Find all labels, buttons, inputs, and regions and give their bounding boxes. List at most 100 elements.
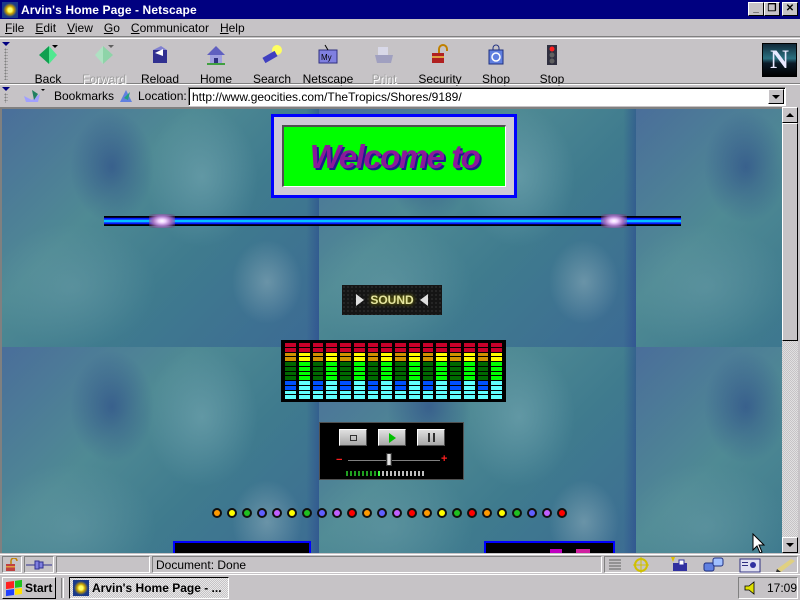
back-button[interactable]: Back: [20, 41, 76, 86]
equalizer-cell: [477, 343, 489, 347]
forward-button[interactable]: Forward: [76, 41, 132, 86]
taskbar-item-netscape[interactable]: Arvin's Home Page - ...: [69, 577, 229, 599]
shopping-bag-icon: [485, 44, 507, 66]
background-tile: [2, 347, 319, 553]
equalizer-cell: [477, 385, 489, 390]
shop-button[interactable]: Shop: [468, 41, 524, 86]
equalizer-cell: [326, 390, 337, 395]
equalizer-cell: [326, 376, 337, 380]
equalizer-cell: [298, 347, 310, 352]
equalizer-cell: [422, 385, 434, 390]
toolbar-grip-handle[interactable]: [2, 41, 10, 81]
equalizer-cell: [285, 366, 296, 371]
mailbox-icon[interactable]: [667, 556, 689, 573]
composer-icon[interactable]: [739, 557, 761, 573]
online-status-icon[interactable]: [24, 556, 54, 573]
windows-taskbar: Start Arvin's Home Page - ... 17:09: [0, 574, 800, 600]
page-proxy-icon[interactable]: [118, 88, 134, 104]
component-bar-grip[interactable]: [609, 558, 621, 572]
vertical-scrollbar[interactable]: [782, 107, 798, 553]
equalizer-cell: [353, 362, 365, 366]
equalizer-column: [395, 343, 406, 399]
equalizer-cell: [312, 381, 324, 385]
equalizer-cell: [422, 395, 434, 399]
player-stop-button[interactable]: [339, 429, 367, 446]
equalizer-column: [463, 343, 475, 399]
equalizer-cell: [395, 381, 406, 385]
url-history-dropdown[interactable]: [768, 89, 784, 104]
url-input[interactable]: http://www.geocities.com/TheTropics/Shor…: [188, 87, 786, 106]
light-dot: [317, 508, 327, 518]
edit-page-icon[interactable]: [775, 557, 797, 573]
equalizer-cell: [367, 362, 379, 366]
equalizer-cell: [298, 381, 310, 385]
equalizer-cell: [491, 347, 502, 352]
title-bar: Arvin's Home Page - Netscape _ ❐ ✕: [0, 0, 800, 19]
menu-help[interactable]: Help: [215, 21, 251, 35]
light-dot: [452, 508, 462, 518]
equalizer-cell: [463, 352, 475, 357]
equalizer-cell: [422, 343, 434, 347]
scrollbar-thumb[interactable]: [782, 123, 798, 341]
bookmarks-button[interactable]: Bookmarks: [22, 87, 114, 105]
equalizer-cell: [353, 395, 365, 399]
light-dot: [377, 508, 387, 518]
menu-edit[interactable]: Edit: [30, 21, 62, 35]
equalizer-cell: [353, 371, 365, 376]
equalizer-cell: [340, 395, 351, 399]
security-button[interactable]: Security: [412, 41, 468, 86]
equalizer-cell: [312, 376, 324, 380]
stop-button[interactable]: Stop: [524, 41, 580, 86]
equalizer-column: [298, 343, 310, 399]
netscape-app-icon[interactable]: [2, 1, 18, 18]
light-dot: [257, 508, 267, 518]
equalizer-column: [367, 343, 379, 399]
player-pause-button[interactable]: [417, 429, 445, 446]
volume-track[interactable]: [348, 460, 440, 461]
equalizer-cell: [367, 352, 379, 357]
equalizer-cell: [312, 385, 324, 390]
clock[interactable]: 17:09: [767, 581, 797, 595]
component-bar: [604, 556, 798, 573]
navigator-icon[interactable]: [631, 556, 653, 573]
equalizer-cell: [422, 362, 434, 366]
search-button[interactable]: Search: [244, 41, 300, 86]
printer-icon: [373, 44, 395, 66]
equalizer-column: [422, 343, 434, 399]
minimize-button[interactable]: _: [748, 2, 764, 16]
print-button[interactable]: Print: [356, 41, 412, 86]
equalizer-cell: [450, 357, 461, 361]
discussion-groups-icon[interactable]: [703, 557, 725, 573]
equalizer-cell: [285, 371, 296, 376]
equalizer-cell: [463, 347, 475, 352]
menu-view[interactable]: View: [62, 21, 99, 35]
scroll-down-button[interactable]: [782, 537, 798, 553]
close-button[interactable]: ✕: [782, 2, 798, 16]
player-play-button[interactable]: [378, 429, 406, 446]
padlock-icon: [429, 44, 451, 66]
equalizer-cell: [395, 395, 406, 399]
equalizer-column: [477, 343, 489, 399]
menu-go[interactable]: Go: [99, 21, 126, 35]
scroll-up-button[interactable]: [782, 107, 798, 123]
netscape-logo[interactable]: N: [762, 43, 797, 77]
netscape-button[interactable]: My Netscape: [300, 41, 356, 86]
level-segment: [366, 471, 368, 476]
locationbar-grip-handle[interactable]: [2, 86, 10, 104]
restore-button[interactable]: ❐: [764, 2, 780, 16]
volume-slider-thumb[interactable]: [386, 453, 393, 466]
sound-button[interactable]: SOUND: [342, 285, 442, 315]
equalizer-cell: [381, 371, 392, 376]
home-button[interactable]: Home: [188, 41, 244, 86]
menu-file[interactable]: File: [0, 21, 30, 35]
security-status-icon[interactable]: [2, 556, 22, 573]
level-segment: [418, 471, 420, 476]
equalizer-cell: [340, 362, 351, 366]
divider-glow-left: [149, 214, 175, 228]
reload-button[interactable]: Reload: [132, 41, 188, 86]
volume-speaker-icon[interactable]: [743, 580, 759, 596]
start-button[interactable]: Start: [2, 577, 56, 599]
menu-communicator[interactable]: Communicator: [126, 21, 215, 35]
status-text: Document: Done: [156, 557, 247, 572]
equalizer-cell: [395, 376, 406, 380]
